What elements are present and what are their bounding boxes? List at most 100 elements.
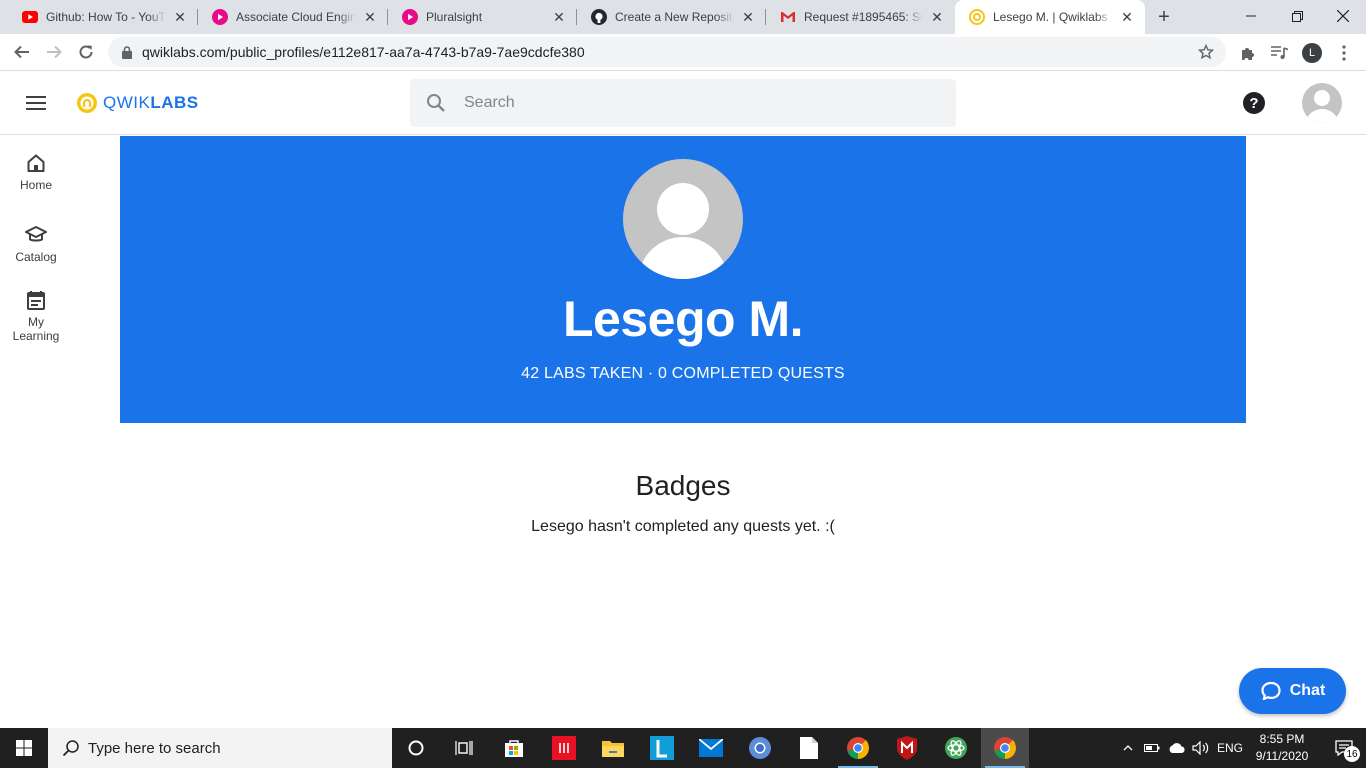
extensions-icon[interactable]: [1235, 40, 1261, 66]
back-icon[interactable]: [8, 38, 36, 66]
office-app-icon[interactable]: [540, 728, 588, 768]
close-tab-icon[interactable]: ✕: [740, 9, 756, 25]
volume-icon[interactable]: [1190, 728, 1212, 768]
bookmark-star-icon[interactable]: [1197, 43, 1215, 65]
show-hidden-icons-icon[interactable]: [1118, 728, 1138, 768]
clock-time: 8:55 PM: [1259, 732, 1305, 746]
action-center-icon[interactable]: 16: [1322, 728, 1366, 768]
chrome-active-icon[interactable]: [981, 728, 1029, 768]
close-window-icon[interactable]: [1320, 0, 1366, 32]
badges-empty-message: Lesego hasn't completed any quests yet. …: [531, 518, 835, 535]
media-controls-icon[interactable]: [1267, 40, 1293, 66]
onedrive-cloud-icon[interactable]: [1166, 728, 1188, 768]
search-input[interactable]: [464, 94, 904, 112]
site-header: QWIKLABS ?: [0, 71, 1366, 135]
profile-stats: 42 LABS TAKEN · 0 COMPLETED QUESTS: [521, 365, 845, 382]
browser-tab[interactable]: Pluralsight ✕: [388, 0, 577, 34]
site-search: [410, 79, 956, 127]
close-tab-icon[interactable]: ✕: [551, 9, 567, 25]
l-app-icon[interactable]: [638, 728, 686, 768]
tab-title: Create a New Repository: [615, 10, 734, 24]
tab-title: Lesego M. | Qwiklabs: [993, 10, 1108, 24]
battery-icon[interactable]: [1142, 728, 1162, 768]
pluralsight-icon: [212, 9, 228, 25]
badges-heading: Badges: [635, 470, 731, 501]
taskbar-clock[interactable]: 8:55 PM 9/11/2020: [1248, 731, 1316, 765]
search-icon: [62, 740, 79, 757]
help-icon[interactable]: ?: [1243, 92, 1265, 114]
chrome-profile-avatar[interactable]: L: [1299, 40, 1325, 66]
clock-date: 9/11/2020: [1255, 749, 1309, 763]
taskbar-search[interactable]: Type here to search: [48, 728, 392, 768]
avatar-silhouette-icon: [1306, 90, 1338, 123]
cortana-icon[interactable]: [392, 728, 440, 768]
notification-count-badge: 16: [1344, 746, 1360, 762]
browser-toolbar: qwiklabs.com/public_profiles/e112e817-aa…: [0, 34, 1366, 71]
file-explorer-icon[interactable]: [589, 728, 637, 768]
qwiklabs-logo-icon: [77, 93, 97, 113]
chrome-menu-icon[interactable]: [1331, 40, 1357, 66]
tab-title: Pluralsight: [426, 10, 483, 24]
close-tab-icon[interactable]: ✕: [362, 9, 378, 25]
tab-title: Request #1895465: Sma: [804, 10, 923, 24]
nav-item-label: My Learning: [12, 315, 60, 343]
close-tab-icon[interactable]: ✕: [1119, 9, 1135, 25]
gmail-icon: [780, 9, 796, 25]
url-text: qwiklabs.com/public_profiles/e112e817-aa…: [142, 44, 585, 60]
windows-start-icon[interactable]: [0, 728, 48, 768]
tab-title: Associate Cloud Engineer: [236, 10, 356, 24]
nav-item-home[interactable]: Home: [0, 152, 72, 192]
chat-button[interactable]: Chat: [1239, 668, 1346, 714]
browser-tab-strip: Github: How To - YouTube ✕ Associate Clo…: [0, 0, 1366, 34]
restore-icon[interactable]: [1274, 0, 1320, 32]
profile-name: Lesego M.: [563, 291, 803, 347]
tab-title: Github: How To - YouTube: [46, 10, 166, 24]
lock-icon: [120, 45, 134, 59]
youtube-icon: [22, 9, 38, 25]
my-learning-icon: [25, 289, 47, 311]
notepad-icon[interactable]: [785, 728, 833, 768]
user-avatar[interactable]: [1302, 83, 1342, 123]
profile-avatar: [623, 159, 743, 279]
atom-app-icon[interactable]: [932, 728, 980, 768]
mcafee-icon[interactable]: [883, 728, 931, 768]
browser-tab[interactable]: Request #1895465: Sma ✕: [766, 0, 955, 34]
new-tab-button[interactable]: +: [1152, 5, 1176, 29]
qwiklabs-logo[interactable]: QWIK LABS: [76, 92, 199, 114]
chromium-app-icon[interactable]: [736, 728, 784, 768]
browser-tab[interactable]: Create a New Repository ✕: [577, 0, 766, 34]
github-icon: [591, 9, 607, 25]
minimize-icon[interactable]: [1228, 0, 1274, 32]
avatar-silhouette-icon: [639, 183, 727, 279]
taskbar-search-placeholder: Type here to search: [88, 739, 221, 757]
nav-item-label: Catalog: [15, 250, 57, 264]
nav-item-my-learning[interactable]: My Learning: [0, 289, 72, 343]
profile-initial: L: [1302, 43, 1322, 63]
microsoft-store-icon[interactable]: [490, 728, 538, 768]
mail-icon[interactable]: [687, 728, 735, 768]
task-view-icon[interactable]: [440, 728, 488, 768]
chat-label: Chat: [1289, 682, 1326, 699]
search-icon: [427, 94, 445, 112]
profile-hero: Lesego M. 42 LABS TAKEN · 0 COMPLETED QU…: [120, 136, 1246, 423]
browser-tab[interactable]: Associate Cloud Engineer ✕: [198, 0, 388, 34]
nav-item-catalog[interactable]: Catalog: [0, 224, 72, 264]
reload-icon[interactable]: [72, 38, 100, 66]
language-indicator[interactable]: ENG: [1214, 728, 1246, 768]
logo-text-qwik: QWIK: [103, 93, 151, 112]
close-tab-icon[interactable]: ✕: [172, 9, 188, 25]
catalog-icon: [25, 224, 47, 246]
logo-text-labs: LABS: [150, 93, 199, 112]
nav-item-label: Home: [19, 178, 52, 192]
chat-bubble-icon: [1261, 681, 1281, 701]
chrome-icon[interactable]: [834, 728, 882, 768]
address-bar[interactable]: qwiklabs.com/public_profiles/e112e817-aa…: [108, 37, 1226, 67]
browser-tab-active[interactable]: Lesego M. | Qwiklabs ✕: [955, 0, 1145, 34]
windows-taskbar: Type here to search ENG 8:55 PM 9/11/202…: [0, 728, 1366, 768]
browser-tab[interactable]: Github: How To - YouTube ✕: [8, 0, 198, 34]
hamburger-menu-icon[interactable]: [26, 96, 46, 110]
close-tab-icon[interactable]: ✕: [929, 9, 945, 25]
forward-icon[interactable]: [40, 38, 68, 66]
qwiklabs-icon: [969, 9, 985, 25]
home-icon: [25, 152, 47, 174]
